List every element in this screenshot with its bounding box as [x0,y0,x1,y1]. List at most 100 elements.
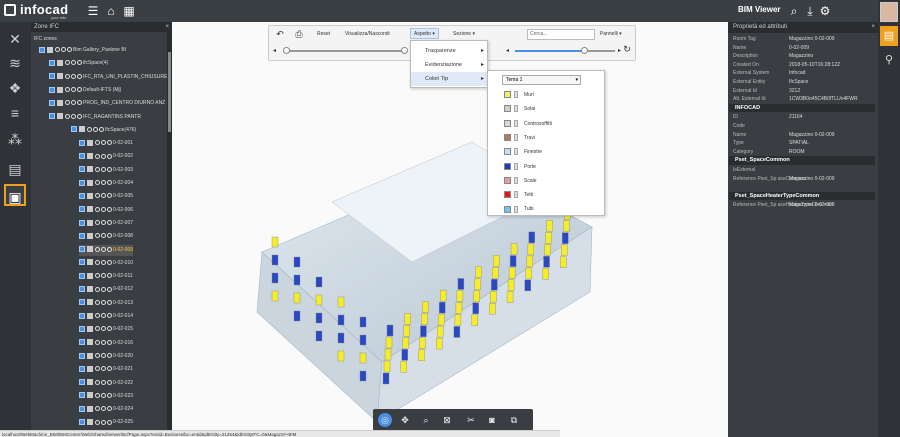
toggle-icon[interactable] [95,180,100,186]
orbit-icon[interactable]: ◎ [378,413,392,427]
window-element[interactable] [454,314,462,326]
toggle-icon[interactable] [95,220,100,226]
toggle-icon[interactable] [107,206,112,212]
window-element[interactable] [457,278,465,290]
slider-knob[interactable] [283,47,290,54]
toggle-icon[interactable] [95,193,100,199]
tree-item[interactable]: 0-02-016 [79,338,133,349]
tree-item[interactable]: 0-02-021 [79,364,133,375]
toggle-icon[interactable] [101,419,106,425]
toggle-icon[interactable] [101,153,106,159]
visibility-checkbox[interactable] [79,392,85,399]
print-icon[interactable]: ⎙ [293,28,305,40]
window-element[interactable] [359,370,367,382]
tree-item[interactable]: 0-02-022 [79,378,133,389]
color-picker-dropdown[interactable] [514,162,518,170]
tree-item[interactable]: 0-02-007 [79,218,133,229]
color-entry[interactable]: Solai [504,103,535,115]
tree-item[interactable]: 0-02-023 [79,391,133,402]
report-icon[interactable]: ▤ [4,158,26,180]
toggle-icon[interactable] [101,353,106,359]
visibility-checkbox[interactable] [49,59,55,66]
camera-icon[interactable]: ⧉ [507,413,521,427]
menu-item-transparency[interactable]: Trasparenze ▸ [411,44,489,58]
window-element[interactable] [545,232,552,244]
toggle-icon[interactable] [107,166,112,172]
toggle-icon[interactable] [107,153,112,159]
toggle-icon[interactable] [101,220,106,226]
toggle-icon[interactable] [95,166,100,172]
color-swatch[interactable] [504,91,511,99]
measure-icon[interactable]: ✂ [464,413,478,427]
toggle-icon[interactable] [101,379,106,385]
window-element[interactable] [337,314,345,326]
toggle-icon[interactable] [107,392,112,398]
toggle-icon[interactable] [77,100,82,106]
window-element[interactable] [438,301,446,314]
tree-item[interactable]: 0-02-014 [79,311,133,322]
tree-item[interactable]: 0-02-006 [79,205,133,216]
hamburger-menu-icon[interactable]: ☰ [86,4,100,18]
visibility-checkbox[interactable] [79,179,85,186]
window-element[interactable] [563,220,570,232]
visibility-checkbox[interactable] [79,139,85,146]
tools-icon[interactable]: ✕ [4,28,26,50]
window-element[interactable] [546,220,553,232]
window-element[interactable] [562,232,569,244]
toggle-icon[interactable] [95,313,100,319]
toggle-icon[interactable] [71,73,76,79]
toggle-icon[interactable] [107,326,112,332]
window-element[interactable] [403,325,410,337]
window-element[interactable] [384,348,392,361]
visibility-checkbox[interactable] [49,86,55,93]
visibility-checkbox[interactable] [79,272,85,279]
toggle-icon[interactable] [107,299,112,305]
window-element[interactable] [561,244,568,256]
window-element[interactable] [542,268,549,280]
theme-select[interactable]: Tema 1 ▾ [502,75,581,85]
color-entry[interactable]: Scale [504,175,537,187]
tree-item[interactable]: 0-02-004 [79,178,133,189]
tree-item[interactable]: Default-IFTS (Mj) [49,85,121,96]
toggle-icon[interactable] [101,166,106,172]
toggle-icon[interactable] [101,273,106,279]
panels-button[interactable]: Pannelli ▾ [600,29,622,40]
toggle-icon[interactable] [107,220,112,226]
window-element[interactable] [293,256,301,268]
toggle-icon[interactable] [95,206,100,212]
window-element[interactable] [315,276,323,288]
toggle-icon[interactable] [99,126,104,132]
toggle-icon[interactable] [77,60,82,66]
slider-left-arrow-icon[interactable]: ◂ [506,47,509,54]
visibility-checkbox[interactable] [49,113,55,120]
tree-item[interactable]: Bim Gallery_Paolone BI [39,45,126,56]
components-icon[interactable]: ⁂ [4,128,26,150]
toggle-icon[interactable] [107,193,112,199]
window-element[interactable] [271,272,279,284]
tree-item[interactable]: 0-02-009 [79,244,134,256]
window-element[interactable] [493,254,500,267]
toggle-icon[interactable] [71,60,76,66]
tree-item[interactable]: ifcSpace(4) [49,58,108,69]
color-swatch[interactable] [504,176,511,184]
color-swatch[interactable] [504,119,511,127]
visibility-checkbox[interactable] [79,339,85,346]
window-element[interactable] [386,324,394,337]
toggle-icon[interactable] [107,339,112,345]
toggle-icon[interactable] [95,353,100,359]
window-element[interactable] [525,267,533,280]
visibility-checkbox[interactable] [79,325,85,332]
stack-icon[interactable]: ≡ [4,102,26,124]
window-element[interactable] [474,278,481,291]
tree-root[interactable]: IFC zones [34,34,57,45]
toggle-icon[interactable] [95,259,100,265]
scrollbar-thumb[interactable] [168,52,171,132]
window-element[interactable] [528,231,536,244]
toggle-icon[interactable] [65,113,70,119]
back-arrow-icon[interactable]: ↶ [274,28,286,40]
color-picker-dropdown[interactable] [514,148,518,156]
color-swatch[interactable] [504,191,511,199]
window-element[interactable] [383,360,391,373]
toggle-icon[interactable] [107,259,112,265]
toggle-icon[interactable] [101,366,106,372]
